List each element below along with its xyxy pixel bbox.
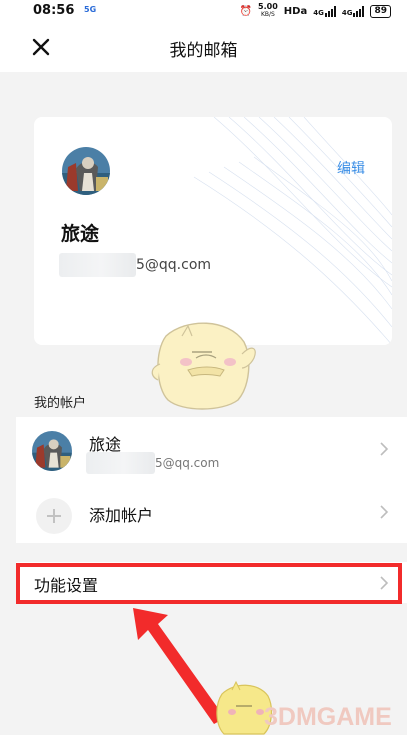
account-email: 5@qq.com (86, 452, 219, 474)
speed-readout: 5.00 KB/S (258, 2, 278, 19)
email-redaction (59, 253, 136, 277)
plus-icon (36, 498, 72, 534)
edit-link[interactable]: 编辑 (337, 158, 365, 178)
signal-icon: 4G (313, 5, 336, 17)
email-redaction (86, 452, 155, 474)
section-label-accounts: 我的帐户 (34, 396, 87, 411)
watermark-text: 3DMGAME (264, 703, 392, 731)
add-account-button[interactable]: 添加帐户 (16, 480, 407, 543)
status-indicators: ⏰ 5.00 KB/S HDa 4G 4G 89 (240, 3, 391, 19)
feature-settings-row[interactable]: 功能设置 (16, 562, 407, 603)
account-list: 旅途 5@qq.com 添加帐户 (16, 417, 407, 543)
status-time: 08:56 (33, 3, 75, 18)
battery-icon: 89 (370, 4, 391, 18)
feature-settings-label: 功能设置 (34, 576, 99, 595)
add-account-label: 添加帐户 (89, 506, 154, 525)
profile-card: 编辑 旅途 5@qq.com (34, 117, 392, 345)
alarm-icon: ⏰ (239, 5, 253, 17)
title-bar: 我的邮箱 (0, 22, 407, 72)
network-badge: 5G (84, 5, 97, 14)
account-email-suffix: 5@qq.com (155, 456, 220, 470)
account-avatar (32, 431, 72, 471)
status-bar: 08:56 5G ⏰ 5.00 KB/S HDa 4G 4G 89 (0, 0, 407, 22)
profile-email-suffix: 5@qq.com (136, 257, 212, 273)
hd-indicator: HDa (283, 5, 308, 17)
page-title: 我的邮箱 (169, 41, 238, 61)
profile-avatar (62, 147, 110, 195)
chevron-right-icon (380, 505, 389, 519)
account-item[interactable]: 旅途 5@qq.com (16, 417, 407, 480)
profile-email: 5@qq.com (59, 253, 211, 277)
signal-icon-2: 4G (342, 5, 365, 17)
profile-name: 旅途 (61, 223, 100, 245)
chevron-right-icon (380, 442, 389, 456)
chevron-right-icon (380, 576, 389, 590)
